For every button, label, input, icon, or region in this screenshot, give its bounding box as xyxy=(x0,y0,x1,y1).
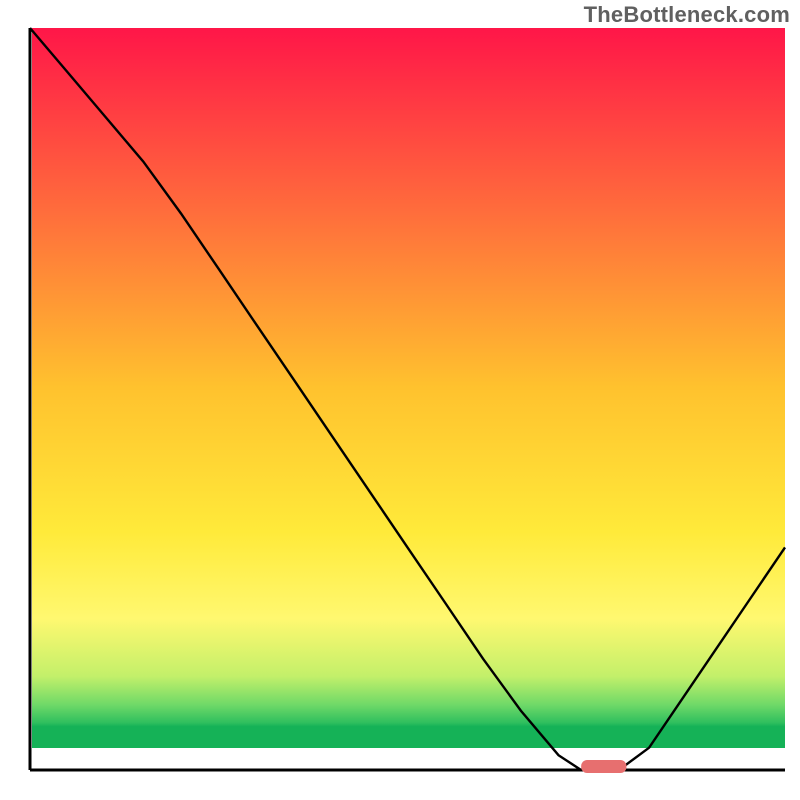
plot-gradient-background xyxy=(32,28,785,748)
optimal-marker xyxy=(581,760,626,773)
bottleneck-chart xyxy=(0,0,800,800)
chart-stage: TheBottleneck.com xyxy=(0,0,800,800)
